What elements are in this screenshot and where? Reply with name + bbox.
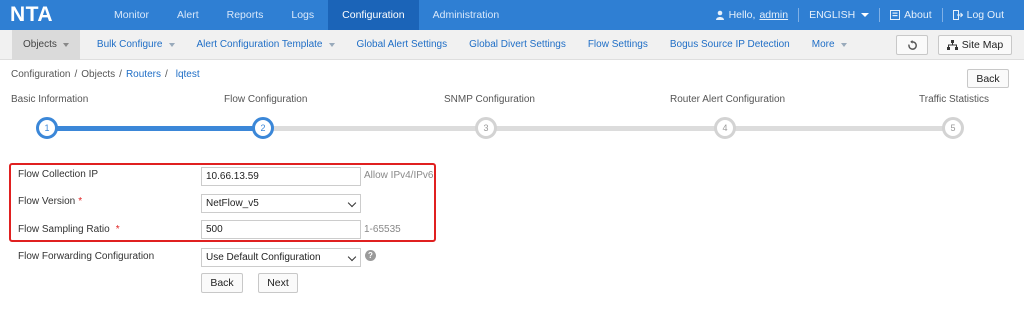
- flow-forwarding-config-label: Flow Forwarding Configuration: [18, 251, 155, 262]
- chevron-down-icon: [328, 43, 335, 47]
- user-icon: [715, 10, 724, 20]
- breadcrumb-current[interactable]: lqtest: [176, 69, 200, 80]
- flow-version-label-text: Flow Version: [18, 196, 76, 207]
- chevron-down-icon: [347, 198, 357, 208]
- subnav-global-alert-settings[interactable]: Global Alert Settings: [346, 30, 459, 60]
- user-area: Hello, admin ENGLISH About Log Out: [709, 0, 1010, 30]
- required-marker: *: [78, 196, 83, 207]
- user-greeting: Hello,: [728, 9, 756, 21]
- language-label: ENGLISH: [809, 9, 856, 21]
- refresh-icon: [907, 39, 917, 50]
- top-navbar: NTA Monitor Alert Reports Logs Configura…: [0, 0, 1024, 30]
- breadcrumb-separator: /: [119, 69, 122, 80]
- subnav-label: Objects: [23, 39, 57, 50]
- divider: [941, 8, 943, 22]
- flow-sampling-ratio-label: Flow Sampling Ratio *: [18, 224, 120, 235]
- breadcrumb-configuration[interactable]: Configuration: [11, 69, 70, 80]
- step-2-circle[interactable]: 2: [252, 117, 274, 139]
- flow-version-label: Flow Version *: [18, 196, 82, 207]
- logout-label: Log Out: [966, 9, 1004, 21]
- back-button-top[interactable]: Back: [967, 69, 1009, 88]
- breadcrumb-separator: /: [164, 69, 168, 80]
- step-label-flow-configuration: Flow Configuration: [224, 94, 308, 105]
- sub-navbar: Objects Bulk Configure Alert Configurati…: [0, 30, 1024, 60]
- step-4-circle[interactable]: 4: [714, 117, 736, 139]
- refresh-button[interactable]: [896, 35, 928, 55]
- required-marker: *: [115, 224, 120, 235]
- flow-forwarding-config-value: Use Default Configuration: [206, 252, 321, 263]
- breadcrumb-separator: /: [74, 69, 78, 80]
- chevron-down-icon: [347, 252, 357, 262]
- progress-track-pending: [266, 126, 956, 131]
- subnav-objects[interactable]: Objects: [12, 30, 80, 60]
- back-button[interactable]: Back: [201, 273, 243, 293]
- sitemap-icon: [946, 40, 958, 50]
- subnav-alert-config-template[interactable]: Alert Configuration Template: [186, 30, 346, 60]
- step-label-snmp-configuration: SNMP Configuration: [444, 94, 535, 105]
- breadcrumb-routers[interactable]: Routers: [126, 69, 161, 80]
- flow-sampling-ratio-input[interactable]: 500: [201, 220, 361, 239]
- site-map-button[interactable]: Site Map: [938, 35, 1012, 55]
- flow-forwarding-config-select[interactable]: Use Default Configuration: [201, 248, 361, 267]
- subnav-flow-settings[interactable]: Flow Settings: [577, 30, 659, 60]
- subnav-label: Bulk Configure: [96, 39, 163, 50]
- nav-configuration[interactable]: Configuration: [328, 0, 419, 30]
- main-nav: Monitor Alert Reports Logs Configuration…: [100, 0, 513, 30]
- chevron-down-icon: [62, 43, 69, 47]
- flow-collection-ip-label: Flow Collection IP: [18, 169, 99, 180]
- flow-version-select[interactable]: NetFlow_v5: [201, 194, 361, 213]
- flow-collection-ip-input[interactable]: 10.66.13.59: [201, 167, 361, 186]
- chevron-down-icon: [840, 43, 847, 47]
- nav-administration[interactable]: Administration: [419, 0, 514, 30]
- chevron-down-icon: [168, 43, 175, 47]
- subnav-more[interactable]: More: [801, 30, 858, 60]
- progress-track-complete: [47, 126, 266, 131]
- step-label-router-alert-configuration: Router Alert Configuration: [670, 94, 786, 105]
- subnav-bogus-source-ip[interactable]: Bogus Source IP Detection: [659, 30, 801, 60]
- logout-link[interactable]: Log Out: [947, 9, 1010, 21]
- app-logo: NTA: [10, 3, 54, 26]
- sub-nav: Objects Bulk Configure Alert Configurati…: [12, 30, 858, 60]
- flow-version-value: NetFlow_v5: [206, 198, 259, 209]
- nav-logs[interactable]: Logs: [277, 0, 328, 30]
- nav-reports[interactable]: Reports: [213, 0, 278, 30]
- help-icon[interactable]: ?: [365, 250, 376, 261]
- next-button[interactable]: Next: [258, 273, 298, 293]
- language-select[interactable]: ENGLISH: [803, 9, 875, 21]
- about-icon: [890, 10, 901, 20]
- nav-monitor[interactable]: Monitor: [100, 0, 163, 30]
- step-1-circle[interactable]: 1: [36, 117, 58, 139]
- about-label: About: [904, 9, 932, 21]
- step-label-traffic-statistics: Traffic Statistics: [919, 94, 990, 105]
- step-5-circle[interactable]: 5: [942, 117, 964, 139]
- subnav-label: More: [811, 39, 835, 50]
- nav-alert[interactable]: Alert: [163, 0, 213, 30]
- breadcrumb: Configuration / Objects / Routers / lqte…: [11, 69, 200, 80]
- step-label-basic-information: Basic Information: [11, 94, 89, 105]
- subnav-label: Alert Configuration Template: [196, 39, 323, 50]
- flow-collection-ip-hint: Allow IPv4/IPv6: [364, 170, 434, 181]
- flow-sampling-ratio-hint: 1-65535: [364, 224, 401, 235]
- breadcrumb-objects[interactable]: Objects: [81, 69, 115, 80]
- chevron-down-icon: [861, 13, 870, 17]
- site-map-label: Site Map: [961, 39, 1004, 51]
- step-3-circle[interactable]: 3: [475, 117, 497, 139]
- flow-sampling-ratio-label-text: Flow Sampling Ratio: [18, 224, 110, 235]
- divider: [798, 8, 800, 22]
- about-link[interactable]: About: [884, 9, 937, 21]
- subnav-bulk-configure[interactable]: Bulk Configure: [86, 30, 186, 60]
- subnav-global-divert-settings[interactable]: Global Divert Settings: [458, 30, 577, 60]
- logout-icon: [952, 10, 963, 20]
- divider: [879, 8, 881, 22]
- user-menu[interactable]: Hello, admin: [709, 9, 794, 21]
- user-name[interactable]: admin: [759, 9, 788, 21]
